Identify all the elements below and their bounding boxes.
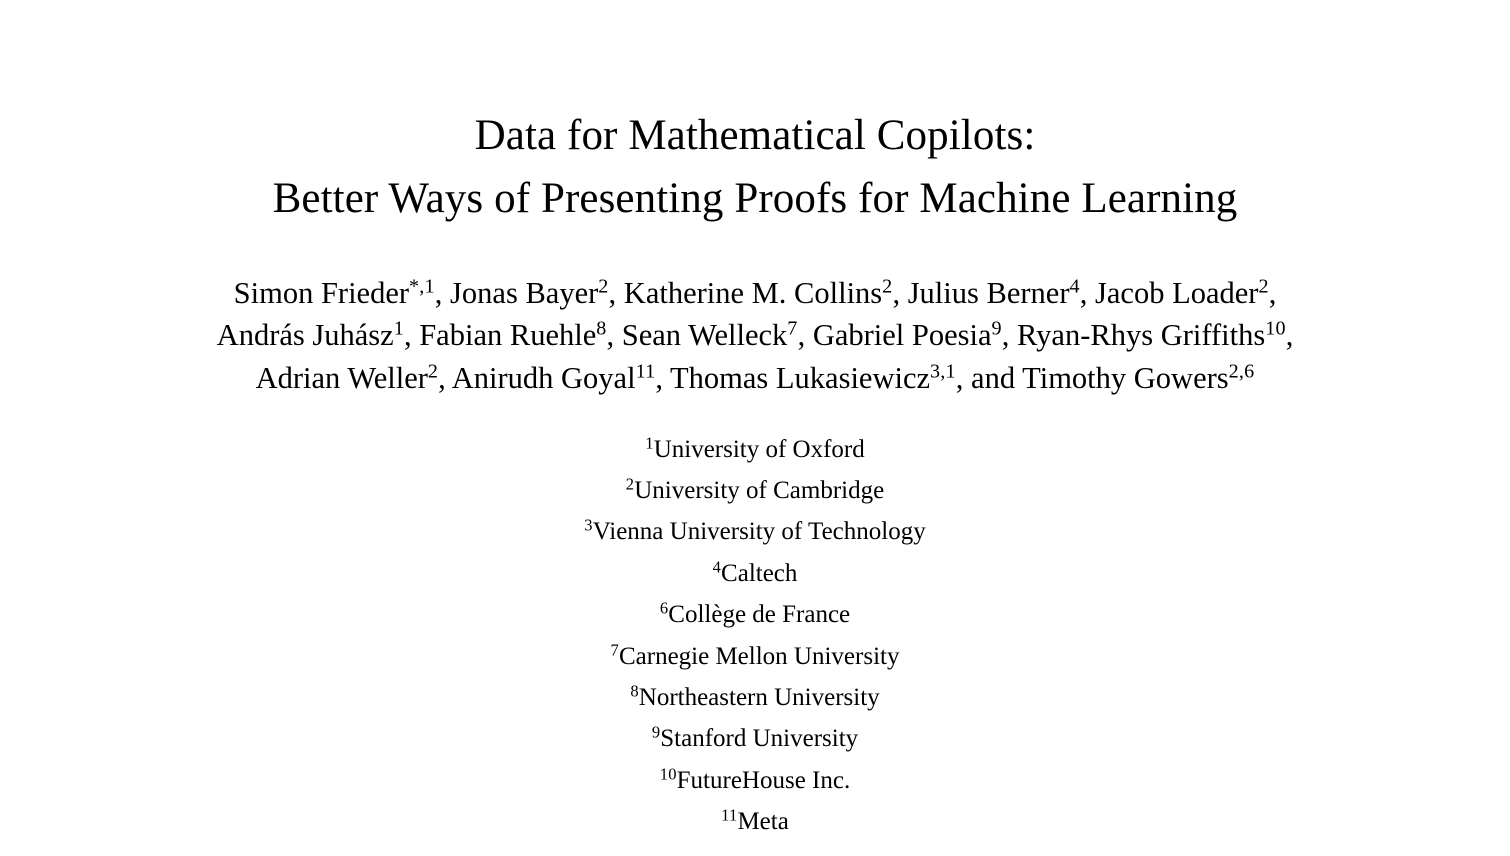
paper-title-page: Data for Mathematical Copilots: Better W… xyxy=(0,0,1510,856)
affiliation-name: FutureHouse Inc. xyxy=(676,766,851,794)
author-name: Ryan-Rhys Griffiths xyxy=(1017,318,1266,353)
affiliation-item: 6Collège de France xyxy=(0,594,1510,635)
author-affiliation-mark: 2 xyxy=(882,275,893,298)
affiliation-name: Northeastern University xyxy=(638,683,880,711)
affiliation-item: 8Northeastern University xyxy=(0,677,1510,718)
title-line-1: Data for Mathematical Copilots: xyxy=(474,112,1036,159)
author-affiliation-mark: 11 xyxy=(635,360,656,383)
affiliation-mark: 3 xyxy=(584,515,593,535)
page-title: Data for Mathematical Copilots: Better W… xyxy=(0,104,1510,230)
affiliation-list: 1University of Oxford 2University of Cam… xyxy=(0,429,1510,843)
author-affiliation-mark: 7 xyxy=(787,318,798,341)
affiliation-mark: 7 xyxy=(610,639,619,659)
author-affiliation-mark: 10 xyxy=(1265,318,1286,341)
affiliation-mark: 10 xyxy=(659,764,677,784)
author-name: Jacob Loader xyxy=(1095,276,1259,311)
affiliation-item: 9Stanford University xyxy=(0,718,1510,759)
author-affiliation-mark: 8 xyxy=(596,318,607,341)
affiliation-name: Vienna University of Technology xyxy=(592,518,926,546)
author-name: Katherine M. Collins xyxy=(623,276,883,311)
title-line-2: Better Ways of Presenting Proofs for Mac… xyxy=(272,175,1238,223)
author-name: Sean Welleck xyxy=(621,318,788,353)
author-affiliation-mark: 1 xyxy=(393,318,404,341)
affiliation-mark: 8 xyxy=(630,681,639,701)
author-affiliation-mark: 9 xyxy=(991,318,1002,341)
author-name: Jonas Bayer xyxy=(450,276,599,311)
affiliation-mark: 9 xyxy=(651,722,661,742)
affiliation-name: Carnegie Mellon University xyxy=(618,642,900,670)
author-affiliation-mark: 2,6 xyxy=(1228,360,1255,383)
affiliation-name: Collège de France xyxy=(668,601,851,629)
affiliation-mark: 2 xyxy=(625,474,635,494)
author-affiliation-mark: 2 xyxy=(598,275,609,298)
author-name: Anirudh Goyal xyxy=(451,360,636,395)
author-list: Simon Frieder*,1, Jonas Bayer2, Katherin… xyxy=(65,272,1445,398)
author-name: Gabriel Poesia xyxy=(812,318,992,353)
affiliation-name: Stanford University xyxy=(660,725,859,753)
affiliation-item: 3Vienna University of Technology xyxy=(0,511,1510,552)
author-name: Adrian Weller xyxy=(255,360,428,395)
affiliation-name: Caltech xyxy=(721,559,798,587)
author-name: András Juhász xyxy=(216,318,394,353)
author-name: Timothy Gowers xyxy=(1022,360,1229,395)
author-affiliation-mark: 2 xyxy=(427,360,439,383)
author-name: Thomas Lukasiewicz xyxy=(670,360,931,395)
affiliation-item: 10FutureHouse Inc. xyxy=(0,760,1510,801)
affiliation-name: Meta xyxy=(737,808,789,836)
affiliation-item: 1University of Oxford xyxy=(0,429,1510,470)
affiliation-name: University of Cambridge xyxy=(634,477,885,505)
author-line-3: Adrian Weller2, Anirudh Goyal11, Thomas … xyxy=(255,360,1255,395)
affiliation-name: University of Oxford xyxy=(653,435,865,463)
author-affiliation-mark: 3,1 xyxy=(930,360,956,383)
affiliation-mark: 11 xyxy=(721,805,738,825)
affiliation-item: 2University of Cambridge xyxy=(0,470,1510,511)
affiliation-item: 11Meta xyxy=(0,801,1510,842)
author-affiliation-mark: *,1 xyxy=(409,275,435,298)
author-line-2: András Juhász1, Fabian Ruehle8, Sean Wel… xyxy=(216,318,1294,353)
author-affiliation-mark: 2 xyxy=(1258,275,1269,298)
affiliation-mark: 1 xyxy=(645,433,654,453)
author-name: Fabian Ruehle xyxy=(419,318,597,353)
affiliation-mark: 6 xyxy=(659,598,669,618)
author-affiliation-mark: 4 xyxy=(1069,275,1080,298)
affiliation-mark: 4 xyxy=(712,557,722,577)
author-name: Julius Berner xyxy=(907,276,1070,311)
author-name: Simon Frieder xyxy=(233,276,410,311)
author-line-1: Simon Frieder*,1, Jonas Bayer2, Katherin… xyxy=(233,275,1277,311)
affiliation-item: 4Caltech xyxy=(0,553,1510,594)
affiliation-item: 7Carnegie Mellon University xyxy=(0,636,1510,677)
